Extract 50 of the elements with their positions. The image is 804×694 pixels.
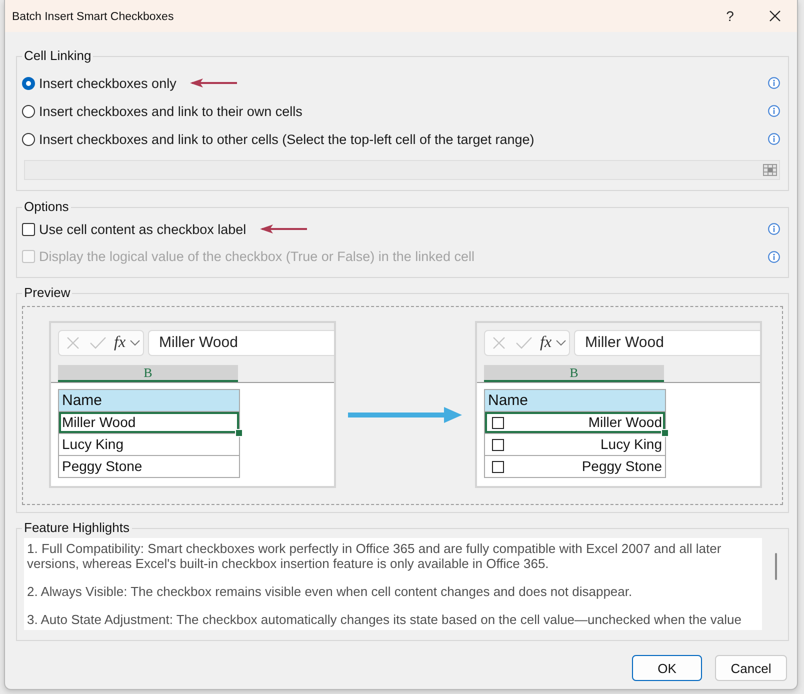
radio-button[interactable] — [22, 104, 35, 118]
option-label: Insert checkboxes and link to other cells (Select the top-left cell of the target range) — [39, 132, 534, 146]
column-header: B — [58, 365, 238, 382]
cell-text: Lucy King — [600, 435, 662, 454]
radio-button[interactable] — [22, 132, 35, 146]
header-cell: Name — [59, 390, 239, 412]
check-icon[interactable] — [90, 337, 106, 349]
help-button[interactable]: ? — [707, 0, 753, 32]
fill-handle-icon[interactable] — [661, 429, 669, 437]
option-label: Display the logical value of the checkbox (True or False) in the linked cell — [39, 249, 474, 264]
cancel-button[interactable]: Cancel — [715, 655, 787, 681]
window-title: Batch Insert Smart Checkboxes — [12, 11, 174, 23]
info-icon[interactable] — [768, 133, 780, 145]
radio-button[interactable] — [22, 76, 35, 90]
cell-text: Miller Wood — [588, 413, 662, 432]
info-icon[interactable] — [768, 105, 780, 117]
info-icon[interactable] — [768, 77, 780, 89]
checkbox[interactable] — [492, 460, 504, 472]
cell-text: Peggy Stone — [582, 457, 662, 476]
header-cell: Name — [485, 390, 665, 412]
function-label[interactable]: fx — [540, 335, 552, 351]
option-label: Use cell content as checkbox label — [39, 222, 246, 236]
group-title: Options — [23, 199, 70, 215]
group-title: Cell Linking — [23, 48, 92, 64]
table-cell: Lucy King — [59, 434, 239, 456]
function-label[interactable]: fx — [114, 335, 126, 351]
paragraph: 2. Always Visible: The checkbox remains visible even when cell content changes and does not disappear. — [27, 584, 634, 599]
table-cell: Miller Wood — [59, 412, 239, 434]
chevron-down-icon[interactable] — [130, 340, 140, 346]
table-cell: Peggy Stone — [59, 456, 239, 478]
paragraph: 3. Auto State Adjustment: The checkbox automatically changes its state based on the cell value—unchecked when the value — [27, 612, 742, 627]
fill-handle-icon[interactable] — [235, 429, 243, 437]
formula-field[interactable]: Miller Wood — [574, 330, 760, 356]
group-title: Feature Highlights — [23, 520, 130, 536]
checkbox[interactable] — [22, 222, 35, 236]
paragraph: 1. Full Compatibility: Smart checkboxes work perfectly in Office 365 and are fully compatible with Excel 2007 and all later versions, whereas Excel's built-in checkbox insertion feature is only available in Office 365. — [27, 541, 722, 571]
column-header: B — [484, 365, 664, 382]
scrollbar-thumb[interactable] — [775, 553, 777, 580]
info-icon[interactable] — [768, 223, 780, 235]
chevron-down-icon[interactable] — [556, 340, 566, 346]
checkbox[interactable] — [492, 438, 504, 450]
option-label: Insert checkboxes only — [39, 76, 176, 90]
check-icon[interactable] — [516, 337, 532, 349]
right-arrow-icon — [348, 405, 462, 425]
group-title: Preview — [23, 285, 72, 301]
close-icon[interactable] — [769, 10, 781, 22]
option-label: Insert checkboxes and link to their own cells — [39, 104, 302, 118]
formula-field[interactable]: Miller Wood — [148, 330, 334, 356]
ok-button[interactable]: OK — [632, 655, 702, 681]
checkbox[interactable] — [492, 416, 504, 428]
